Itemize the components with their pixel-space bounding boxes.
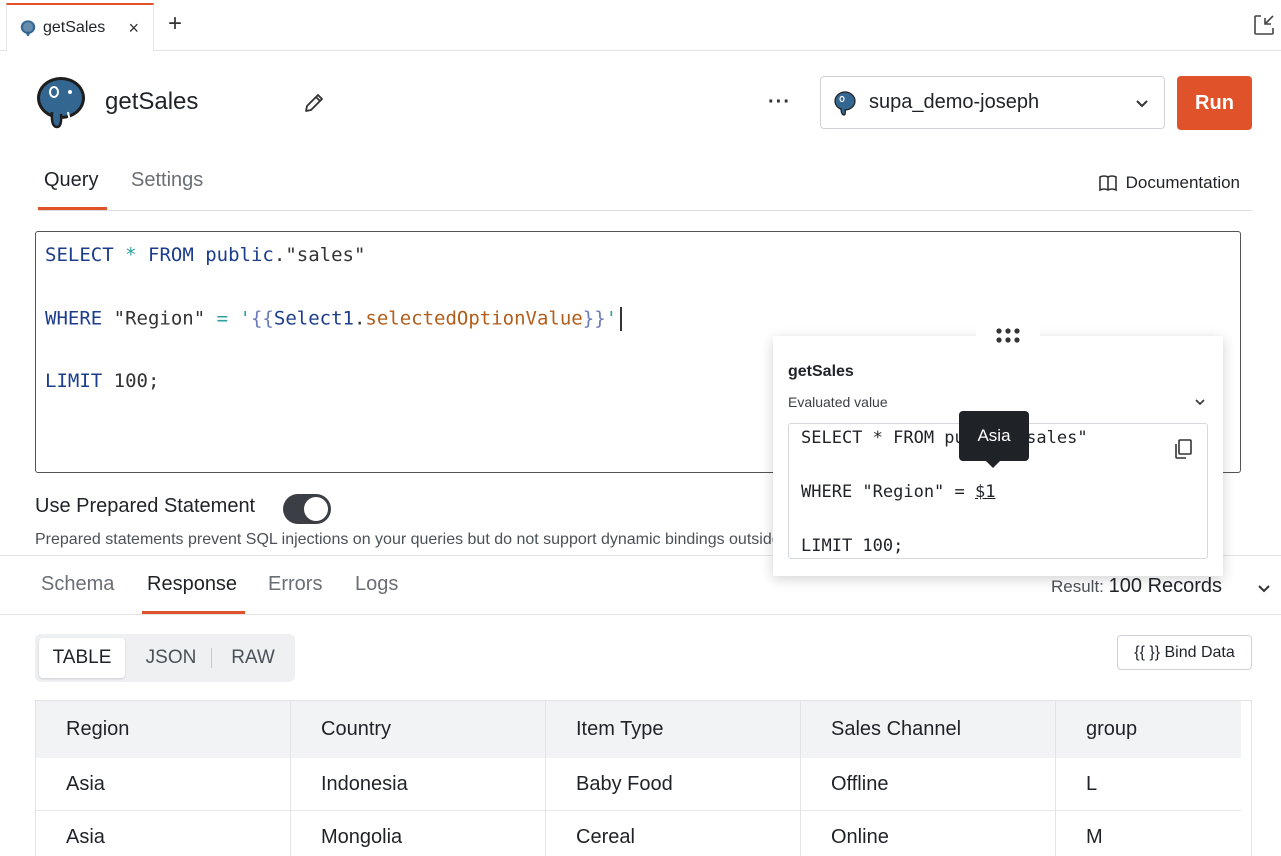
tab-query[interactable]: Query — [44, 169, 98, 192]
keyword: WHERE — [45, 307, 103, 330]
column-header[interactable]: Item Type — [576, 718, 663, 741]
keyword: SELECT — [45, 244, 114, 266]
postgres-icon — [20, 20, 36, 37]
datasource-label: supa_demo-joseph — [869, 91, 1040, 113]
active-tab-indicator — [142, 611, 245, 614]
row-divider — [36, 810, 1241, 811]
view-json-option[interactable]: JSON — [131, 638, 211, 678]
column-header[interactable]: group — [1086, 718, 1137, 741]
table-name: "sales" — [285, 244, 366, 266]
table-cell[interactable]: Cereal — [576, 826, 635, 849]
plus-icon[interactable]: + — [168, 12, 182, 36]
quote: ' — [239, 307, 251, 330]
table-cell[interactable]: Asia — [66, 826, 105, 849]
book-icon — [1098, 175, 1117, 192]
response-table: Region Country Item Type Sales Channel g… — [35, 700, 1252, 856]
query-name[interactable]: getSales — [105, 88, 198, 116]
table-cell[interactable]: L — [1086, 773, 1097, 796]
result-prefix: Result: — [1051, 577, 1104, 596]
close-icon[interactable]: × — [128, 19, 139, 37]
column-header[interactable]: Region — [66, 718, 129, 741]
result-value: 100 Records — [1108, 575, 1223, 597]
evaluated-line-2: WHERE "Region" = $1 — [801, 482, 995, 502]
tooltip-arrow — [986, 461, 1000, 468]
chevron-down-icon[interactable] — [1256, 580, 1272, 596]
column-divider — [800, 701, 801, 856]
column-divider — [545, 701, 546, 856]
chevron-down-icon[interactable] — [1193, 395, 1207, 409]
run-button[interactable]: Run — [1177, 76, 1252, 130]
prepared-statement-toggle[interactable] — [283, 494, 331, 524]
prepared-statement-label: Use Prepared Statement — [35, 495, 256, 517]
table-cell[interactable]: Online — [831, 826, 889, 849]
binding-property: selectedOptionValue — [365, 307, 583, 330]
tab-settings[interactable]: Settings — [131, 169, 203, 192]
keyword: FROM — [148, 244, 194, 266]
param-placeholder[interactable]: $1 — [975, 482, 995, 502]
datasource-select[interactable]: supa_demo-joseph — [820, 76, 1165, 129]
column-header[interactable]: Sales Channel — [831, 718, 961, 741]
collapse-icon[interactable] — [1253, 14, 1275, 36]
table-cell[interactable]: Offline — [831, 773, 888, 796]
number: 100; — [113, 370, 160, 392]
view-raw-option[interactable]: RAW — [215, 638, 291, 678]
query-tabs: Query Settings Documentation — [38, 160, 1252, 211]
operator: * — [125, 244, 137, 266]
bind-data-button[interactable]: {{ }} Bind Data — [1117, 635, 1252, 670]
keyword: LIMIT — [45, 370, 103, 392]
column-name: "Region" — [113, 307, 206, 330]
active-tab-indicator — [38, 207, 107, 210]
dot: . — [273, 244, 286, 266]
chevron-down-icon — [1136, 100, 1148, 108]
table-cell[interactable]: Mongolia — [321, 826, 402, 849]
prepared-statement-hint: Prepared statements prevent SQL injectio… — [35, 531, 775, 548]
postgres-icon — [834, 90, 856, 116]
evaluated-title: getSales — [788, 363, 854, 380]
table-cell[interactable]: Baby Food — [576, 773, 673, 796]
tab-logs[interactable]: Logs — [355, 573, 398, 596]
dot: . — [353, 307, 366, 330]
editor-line-3: LIMIT 100; — [45, 370, 159, 392]
quote: ' — [605, 307, 618, 330]
result-count: Result: 100 Records — [1051, 575, 1222, 598]
tab-label: getSales — [43, 19, 106, 36]
segment-divider — [211, 648, 212, 668]
column-divider — [1055, 701, 1056, 856]
text-cursor — [620, 307, 623, 331]
tab-response[interactable]: Response — [147, 573, 237, 596]
documentation-link[interactable]: Documentation — [1098, 173, 1240, 193]
table-cell[interactable]: Asia — [66, 773, 105, 796]
param-tooltip: Asia — [959, 411, 1029, 461]
postgres-logo-icon — [37, 77, 85, 129]
editor-line-2: WHERE "Region" = '{{Select1.selectedOpti… — [45, 307, 623, 331]
binding-open: {{ — [250, 307, 274, 330]
table-cell[interactable]: M — [1086, 826, 1103, 849]
editor-line-1: SELECT * FROM public."sales" — [45, 244, 365, 266]
evaluated-line-2-text: WHERE "Region" = — [801, 482, 975, 502]
binding-object: Select1 — [273, 307, 354, 330]
tab-schema[interactable]: Schema — [41, 573, 114, 596]
view-mode-toggle: TABLE JSON RAW — [35, 634, 295, 682]
tab-errors[interactable]: Errors — [268, 573, 322, 596]
column-divider — [290, 701, 291, 856]
copy-icon[interactable] — [1173, 438, 1193, 460]
evaluated-subtitle: Evaluated value — [788, 394, 888, 410]
schema-name: public — [205, 244, 274, 266]
column-header[interactable]: Country — [321, 718, 391, 741]
view-table-option[interactable]: TABLE — [39, 638, 125, 678]
tab-bar: getSales × + — [0, 0, 1281, 51]
documentation-label: Documentation — [1125, 173, 1240, 192]
binding-close: }} — [582, 307, 606, 330]
operator: = — [216, 307, 229, 330]
table-cell[interactable]: Indonesia — [321, 773, 408, 796]
evaluated-line-3: LIMIT 100; — [801, 536, 904, 556]
toggle-knob — [304, 497, 328, 521]
evaluated-line-1: SELECT * FROM public."sales" — [801, 428, 1088, 448]
pencil-icon[interactable] — [303, 92, 325, 114]
drag-handle-icon[interactable] — [976, 317, 1040, 355]
more-icon[interactable]: ··· — [768, 92, 791, 112]
tab-getsales[interactable]: getSales × — [6, 3, 154, 51]
